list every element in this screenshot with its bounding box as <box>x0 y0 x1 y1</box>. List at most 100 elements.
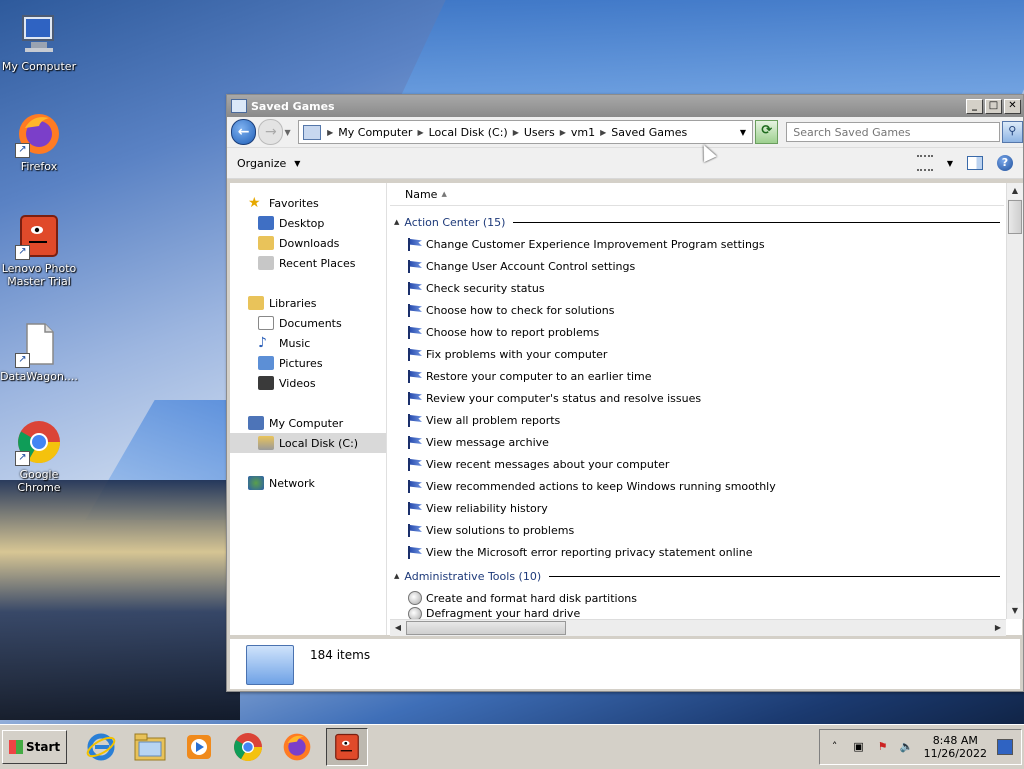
list-item-label: Restore your computer to an earlier time <box>426 369 652 383</box>
horizontal-scrollbar[interactable]: ◀ ▶ <box>390 619 1006 636</box>
change-view-icon[interactable] <box>916 155 933 171</box>
nav-item-desktop[interactable]: Desktop <box>230 213 386 233</box>
list-item[interactable]: View all problem reports <box>408 409 988 431</box>
nav-item-favorites[interactable]: ★ Favorites <box>230 193 386 213</box>
list-item[interactable]: Change Customer Experience Improvement P… <box>408 233 988 255</box>
chevron-right-icon[interactable]: ▶ <box>327 128 333 137</box>
vertical-scrollbar[interactable]: ▲ ▼ <box>1006 183 1023 619</box>
breadcrumb-users[interactable]: Users <box>524 126 555 139</box>
show-desktop-icon[interactable] <box>997 739 1013 755</box>
preview-pane-icon[interactable] <box>967 156 983 170</box>
desktop-icon-firefox[interactable]: ↗ Firefox <box>0 110 78 173</box>
list-item[interactable]: Fix problems with your computer <box>408 343 988 365</box>
list-item[interactable]: Review your computer's status and resolv… <box>408 387 988 409</box>
window-title: Saved Games <box>251 99 335 113</box>
title-bar[interactable]: Saved Games _ □ ✕ <box>227 95 1023 117</box>
chrome-icon <box>234 733 263 762</box>
nav-item-documents[interactable]: Documents <box>230 313 386 333</box>
list-item[interactable]: View solutions to problems <box>408 519 988 541</box>
taskbar-firefox[interactable] <box>277 729 317 765</box>
list-item[interactable]: View message archive <box>408 431 988 453</box>
network-tray-icon[interactable]: ▣ <box>852 740 866 754</box>
maximize-button[interactable]: □ <box>985 98 1002 114</box>
list-item[interactable]: View recent messages about your computer <box>408 453 988 475</box>
chevron-right-icon[interactable]: ▶ <box>600 128 606 137</box>
help-icon[interactable]: ? <box>997 155 1013 171</box>
breadcrumb-local-disk[interactable]: Local Disk (C:) <box>429 126 508 139</box>
list-item[interactable]: Restore your computer to an earlier time <box>408 365 988 387</box>
group-header-action-center[interactable]: ▲ Action Center (15) <box>394 213 1000 231</box>
search-icon[interactable]: ⚲ <box>1001 121 1023 143</box>
minimize-button[interactable]: _ <box>966 98 983 114</box>
volume-icon[interactable]: 🔈 <box>900 740 914 754</box>
chevron-down-icon[interactable]: ▼ <box>740 128 746 137</box>
list-item[interactable]: Defragment your hard drive <box>408 607 988 619</box>
nav-item-my-computer[interactable]: My Computer <box>230 413 386 433</box>
chevron-right-icon[interactable]: ▶ <box>560 128 566 137</box>
taskbar-lenovo-photo-master[interactable] <box>326 728 369 766</box>
breadcrumb-saved-games[interactable]: Saved Games <box>611 126 687 139</box>
address-box[interactable]: ▶ My Computer ▶ Local Disk (C:) ▶ Users … <box>298 120 753 144</box>
scroll-right-icon[interactable]: ▶ <box>990 620 1006 636</box>
group-title: Action Center (15) <box>404 215 506 229</box>
clock[interactable]: 8:48 AM 11/26/2022 <box>924 734 987 760</box>
organize-button[interactable]: Organize ▼ <box>237 157 300 170</box>
taskbar-file-explorer[interactable] <box>130 729 170 765</box>
chevron-down-icon[interactable]: ▼ <box>947 159 953 168</box>
desktop-icon-label: Lenovo Photo Master Trial <box>1 262 77 288</box>
refresh-button[interactable]: ⟳ <box>755 120 779 144</box>
chevron-up-icon[interactable]: ˄ <box>828 740 842 754</box>
nav-item-label: Music <box>279 336 311 350</box>
nav-item-local-disk[interactable]: Local Disk (C:) <box>230 433 386 453</box>
desktop-icon-google-chrome[interactable]: ↗ Google Chrome <box>0 418 78 494</box>
vertical-scroll-thumb[interactable] <box>1008 200 1022 234</box>
list-item[interactable]: Change User Account Control settings <box>408 255 988 277</box>
desktop-icon-datawagon[interactable]: ↗ DataWagon.... <box>0 320 78 383</box>
nav-item-network[interactable]: Network <box>230 473 386 493</box>
scroll-up-icon[interactable]: ▲ <box>1007 183 1023 199</box>
horizontal-scroll-thumb[interactable] <box>406 621 566 635</box>
list-item[interactable]: View the Microsoft error reporting priva… <box>408 541 988 563</box>
nav-item-pictures[interactable]: Pictures <box>230 353 386 373</box>
forward-button[interactable]: → <box>258 119 284 145</box>
shortcut-arrow-icon: ↗ <box>15 245 30 260</box>
scroll-left-icon[interactable]: ◀ <box>390 620 406 636</box>
action-center-flag-icon <box>408 260 422 273</box>
nav-item-music[interactable]: ♪ Music <box>230 333 386 353</box>
nav-item-libraries[interactable]: Libraries <box>230 293 386 313</box>
taskbar-media-player[interactable] <box>179 729 219 765</box>
list-item[interactable]: View recommended actions to keep Windows… <box>408 475 988 497</box>
list-item[interactable]: Create and format hard disk partitions <box>408 587 988 609</box>
explorer-body: ★ Favorites Desktop Downloads Recent Pla… <box>230 183 1023 636</box>
scroll-down-icon[interactable]: ▼ <box>1007 603 1023 619</box>
taskbar-internet-explorer[interactable] <box>81 729 121 765</box>
desktop-icon-lenovo-photo-master[interactable]: ↗ Lenovo Photo Master Trial <box>0 212 78 288</box>
group-header-administrative-tools[interactable]: ▲ Administrative Tools (10) <box>394 567 1000 585</box>
chevron-right-icon[interactable]: ▶ <box>513 128 519 137</box>
chevron-right-icon[interactable]: ▶ <box>417 128 423 137</box>
back-button[interactable]: ← <box>231 119 257 145</box>
shortcut-arrow-icon: ↗ <box>15 353 30 368</box>
start-button[interactable]: Start <box>2 730 68 764</box>
recent-pages-dropdown[interactable]: ▼ <box>284 128 294 137</box>
desktop-icon-label: Firefox <box>20 160 58 173</box>
column-header-name[interactable]: Name ▲ <box>390 183 1004 206</box>
taskbar: Start ˄ ▣ ⚑ 🔈 8:48 AM 11/26/2022 <box>0 724 1024 769</box>
admin-tools-icon <box>408 591 422 605</box>
nav-item-videos[interactable]: Videos <box>230 373 386 393</box>
close-button[interactable]: ✕ <box>1004 98 1021 114</box>
action-center-tray-icon[interactable]: ⚑ <box>876 740 890 754</box>
windows-logo-icon <box>9 740 23 754</box>
list-item[interactable]: Check security status <box>408 277 988 299</box>
list-item[interactable]: View reliability history <box>408 497 988 519</box>
search-input[interactable] <box>786 122 1000 142</box>
desktop-icon-my-computer[interactable]: My Computer <box>0 10 78 73</box>
nav-item-downloads[interactable]: Downloads <box>230 233 386 253</box>
breadcrumb-my-computer[interactable]: My Computer <box>338 126 412 139</box>
breadcrumb-vm1[interactable]: vm1 <box>571 126 595 139</box>
nav-item-recent-places[interactable]: Recent Places <box>230 253 386 273</box>
list-item[interactable]: Choose how to report problems <box>408 321 988 343</box>
taskbar-google-chrome[interactable] <box>228 729 268 765</box>
documents-icon <box>258 316 274 330</box>
list-item[interactable]: Choose how to check for solutions <box>408 299 988 321</box>
